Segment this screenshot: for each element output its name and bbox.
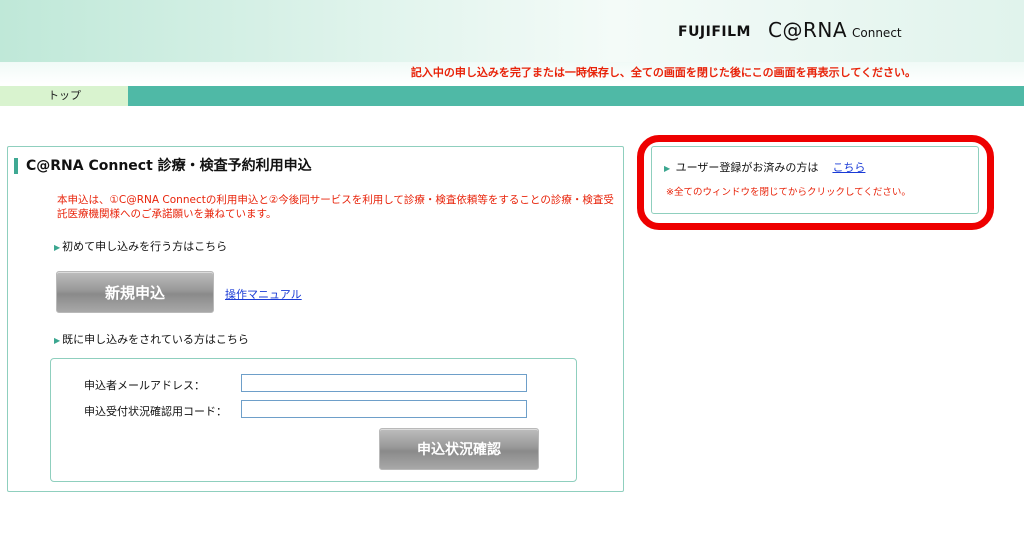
- email-label: 申込者メールアドレス：: [84, 379, 205, 392]
- first-time-heading-text: 初めて申し込みを行う方はこちら: [62, 240, 228, 253]
- code-label: 申込受付状況確認用コード：: [84, 405, 227, 418]
- carna-logo: C@RNA: [768, 18, 848, 42]
- existing-heading: ▶ 既に申し込みをされている方はこちら: [54, 331, 249, 347]
- triangle-bullet-icon: ▶: [54, 336, 61, 345]
- nav-tab-top[interactable]: トップ: [0, 86, 128, 106]
- new-application-button[interactable]: 新規申込: [56, 271, 214, 313]
- fujifilm-logo: FUJIFILM: [678, 24, 751, 40]
- status-check-button[interactable]: 申込状況確認: [379, 428, 539, 470]
- email-field[interactable]: [241, 374, 527, 392]
- triangle-bullet-icon: ▶: [54, 243, 61, 252]
- header-notice: 記入中の申し込みを完了または一時保存し、全ての画面を閉じた後にこの画面を再表示し…: [410, 66, 916, 79]
- existing-heading-text: 既に申し込みをされている方はこちら: [62, 333, 249, 346]
- application-description: 本申込は、①C@RNA Connectの利用申込と②今後同サービスを利用して診療…: [57, 194, 614, 220]
- application-title: C@RNA Connect 診療・検査予約利用申込: [14, 158, 312, 174]
- connect-logo-text: Connect: [852, 26, 902, 40]
- highlight-outline: [637, 135, 994, 230]
- nav-bar: [0, 86, 1024, 106]
- code-field[interactable]: [241, 400, 527, 418]
- first-time-heading: ▶ 初めて申し込みを行う方はこちら: [54, 238, 227, 254]
- manual-link[interactable]: 操作マニュアル: [225, 286, 302, 302]
